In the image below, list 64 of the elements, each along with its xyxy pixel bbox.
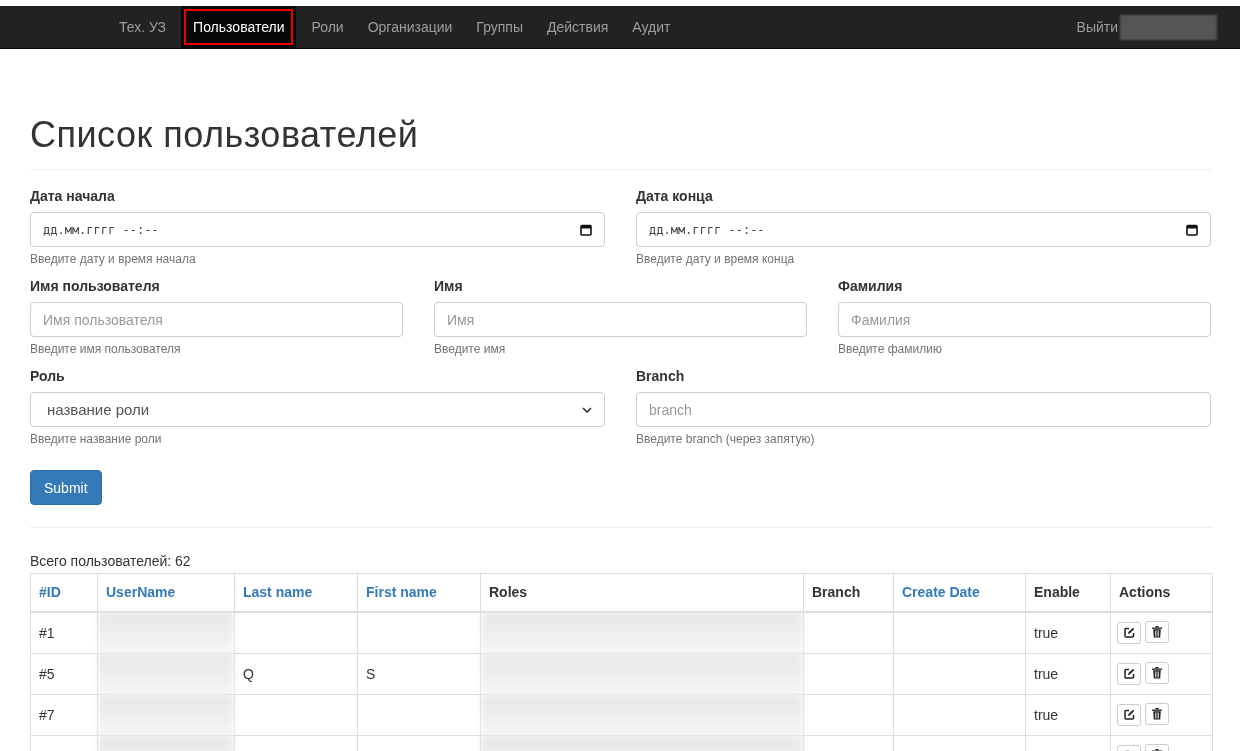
trash-icon <box>1152 708 1162 721</box>
help-text: Введите имя <box>434 342 507 356</box>
table-cell: S <box>357 653 481 694</box>
edit-icon <box>1123 668 1135 680</box>
page-title: Список пользователей <box>30 114 1212 170</box>
input-field[interactable]: Фамилия <box>838 302 1211 337</box>
table-cell: #5 <box>30 653 98 694</box>
edit-button[interactable] <box>1117 662 1141 685</box>
column-header: Enable <box>1025 573 1111 612</box>
nav-link[interactable]: Группы <box>464 6 535 48</box>
nav-link[interactable]: Аудит <box>620 6 683 48</box>
edit-button[interactable] <box>1117 703 1141 726</box>
input-field[interactable]: Имя пользователя <box>30 302 403 337</box>
sort-link[interactable]: UserName <box>97 573 235 612</box>
nav-link[interactable]: Действия <box>535 6 621 48</box>
table-cell: #1 <box>30 611 98 653</box>
logout-link[interactable]: Выйти <box>1064 6 1120 48</box>
chevron-down-icon <box>582 406 592 413</box>
input-field[interactable]: branch <box>636 392 1211 427</box>
column-header: Branch <box>803 573 894 612</box>
column-header: Roles <box>480 573 804 612</box>
trash-icon <box>1152 667 1162 680</box>
datetime-field[interactable]: дд.мм.гггг --:-- <box>636 212 1211 247</box>
sort-link[interactable]: Create Date <box>893 573 1026 612</box>
nav-link[interactable]: Организации <box>355 6 465 48</box>
table-cell: true <box>1025 694 1111 735</box>
nav-link[interactable]: Пользователи <box>181 6 297 48</box>
sort-link[interactable]: Last name <box>234 573 358 612</box>
field-label: Дата конца <box>636 188 714 204</box>
role-select[interactable]: название роли <box>30 392 605 427</box>
sort-link[interactable]: First name <box>357 573 481 612</box>
datetime-field[interactable]: дд.мм.гггг --:-- <box>30 212 605 247</box>
delete-button[interactable] <box>1145 703 1169 726</box>
field-label: Branch <box>636 368 686 384</box>
help-text: Введите название роли <box>30 432 163 446</box>
delete-button[interactable] <box>1145 662 1169 685</box>
input-field[interactable]: Имя <box>434 302 807 337</box>
edit-icon <box>1123 627 1135 639</box>
help-text: Введите дату и время начала <box>30 252 197 266</box>
trash-icon <box>1152 626 1162 639</box>
field-label: Роль <box>30 368 66 384</box>
delete-button[interactable] <box>1145 621 1169 644</box>
table-cell: true <box>1025 653 1111 694</box>
field-label: Дата начала <box>30 188 116 204</box>
nav-link[interactable]: Роли <box>299 6 356 48</box>
help-text: Введите фамилию <box>838 342 943 356</box>
total-count: Всего пользователей: 62 <box>30 553 192 569</box>
field-label: Имя пользователя <box>30 278 161 294</box>
edit-button[interactable] <box>1117 621 1141 644</box>
calendar-icon[interactable] <box>1186 223 1198 236</box>
submit-button[interactable]: Submit <box>30 470 102 505</box>
help-text: Введите branch (через запятую) <box>636 432 816 446</box>
edit-icon <box>1123 709 1135 721</box>
field-label: Имя <box>434 278 464 294</box>
table-cell: Q <box>234 653 358 694</box>
column-header: Actions <box>1110 573 1213 612</box>
help-text: Введите имя пользователя <box>30 342 182 356</box>
table-cell: true <box>1025 611 1111 653</box>
help-text: Введите дату и время конца <box>636 252 796 266</box>
table-cell: #7 <box>30 694 98 735</box>
sort-link[interactable]: #ID <box>30 573 98 612</box>
nav-link[interactable]: Тех. УЗ <box>107 6 179 48</box>
field-label: Фамилия <box>838 278 904 294</box>
calendar-icon[interactable] <box>580 223 592 236</box>
